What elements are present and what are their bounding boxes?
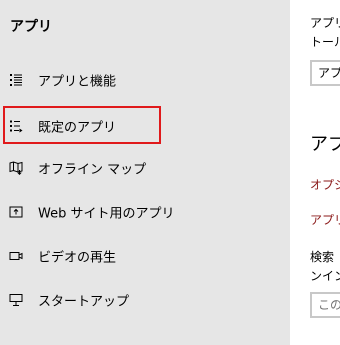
- startup-icon: [9, 293, 23, 307]
- sidebar: アプリ アプリと機能 既定のアプリ オフライン マップ Web サイト用のアプリ…: [0, 0, 290, 345]
- optional-features-link[interactable]: オプシ: [310, 176, 340, 193]
- sidebar-item-startup[interactable]: スタートアップ: [0, 278, 290, 322]
- sidebar-item-offline-maps[interactable]: オフライン マップ: [0, 146, 290, 190]
- content-pane: アプリ トール アプ アプリ オプシ アプリ 検索 ンイン: [290, 0, 340, 345]
- sidebar-item-label: 既定のアプリ: [38, 120, 117, 136]
- apps-list-icon: [9, 73, 23, 87]
- sidebar-item-apps-and-features[interactable]: アプリと機能: [0, 58, 290, 102]
- sidebar-item-label: Web サイト用のアプリ: [38, 206, 175, 222]
- sidebar-item-apps-for-websites[interactable]: Web サイト用のアプリ: [0, 190, 290, 234]
- sidebar-item-label: ビデオの再生: [38, 250, 117, 266]
- default-apps-icon: [9, 119, 23, 133]
- description-text-line2: トール: [310, 35, 340, 49]
- apps-for-websites-icon: [9, 205, 23, 219]
- search-description-line2: ンイン: [310, 269, 340, 283]
- section-heading: アプリ: [310, 134, 340, 155]
- app-execution-alias-link[interactable]: アプリ: [310, 211, 340, 228]
- sidebar-item-video-playback[interactable]: ビデオの再生: [0, 234, 290, 278]
- search-input[interactable]: [310, 292, 340, 318]
- sidebar-item-label: スタートアップ: [38, 294, 130, 310]
- description-text-line1: アプリ: [310, 16, 340, 30]
- search-description-line1: 検索: [310, 250, 335, 264]
- sidebar-title: アプリ: [10, 19, 52, 35]
- video-playback-icon: [9, 249, 23, 263]
- offline-maps-icon: [9, 161, 23, 175]
- sidebar-item-default-apps[interactable]: 既定のアプリ: [0, 104, 290, 148]
- app-dropdown[interactable]: アプ: [310, 60, 340, 86]
- sidebar-item-label: オフライン マップ: [38, 162, 147, 178]
- sidebar-item-label: アプリと機能: [38, 74, 117, 90]
